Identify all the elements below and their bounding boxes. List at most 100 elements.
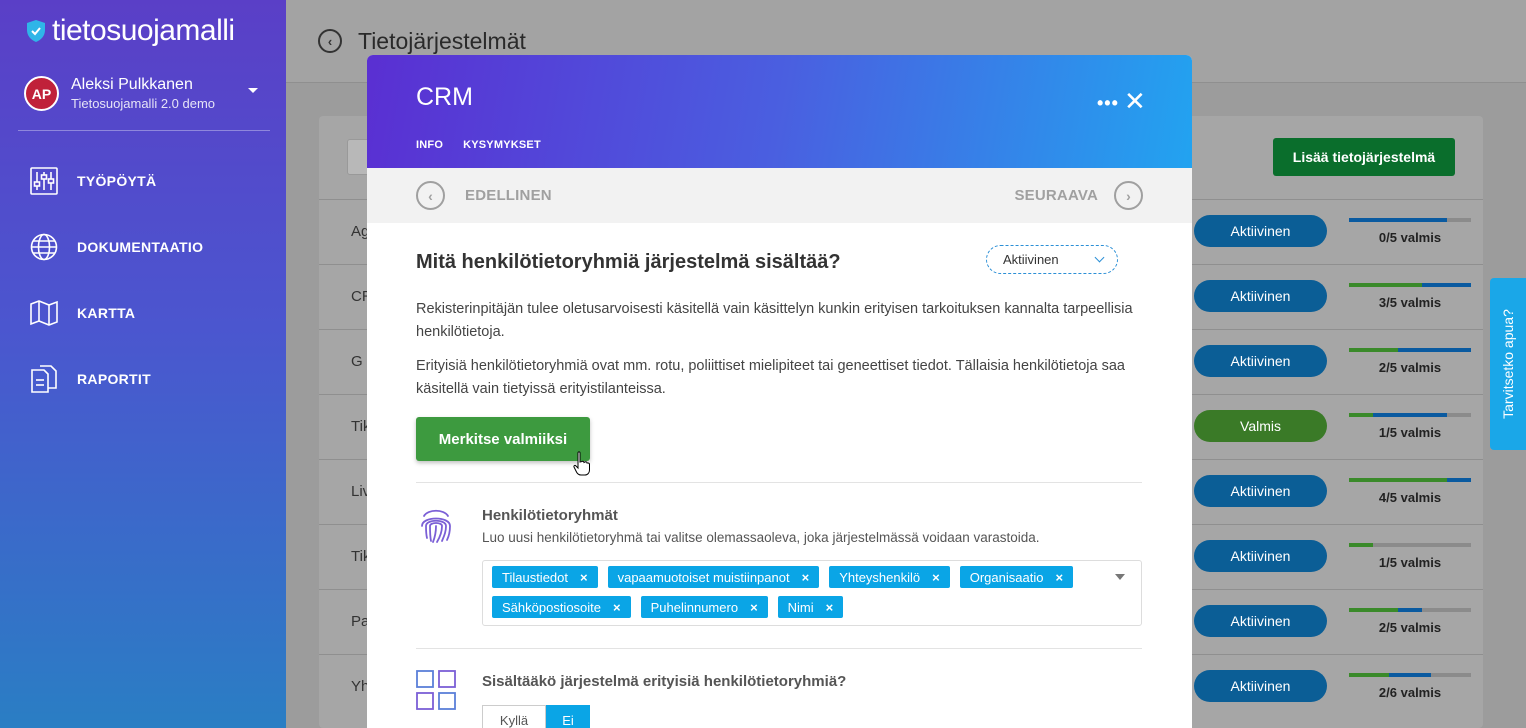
user-menu[interactable]: AP Aleksi Pulkkanen Tietosuojamalli 2.0 … bbox=[24, 76, 266, 111]
progress-bar bbox=[1349, 348, 1471, 352]
remove-tag-icon[interactable]: × bbox=[932, 570, 940, 585]
close-icon[interactable]: ✕ bbox=[1124, 88, 1146, 114]
no-option[interactable]: Ei bbox=[546, 705, 590, 728]
progress-text: 2/6 valmis bbox=[1378, 685, 1442, 700]
remove-tag-icon[interactable]: × bbox=[802, 570, 810, 585]
help-label: Tarvitsetko apua? bbox=[1500, 309, 1517, 419]
remove-tag-icon[interactable]: × bbox=[613, 600, 621, 615]
status-select-value: Aktiivinen bbox=[1003, 252, 1059, 267]
status-badge: Valmis bbox=[1194, 410, 1327, 442]
sidebar-item-tyopoyta[interactable]: TYÖPÖYTÄ bbox=[0, 148, 286, 214]
tag-chip[interactable]: Nimi × bbox=[777, 596, 844, 618]
section-title-special-data: Sisältääkö järjestelmä erityisiä henkilö… bbox=[482, 673, 847, 690]
help-tab[interactable]: Tarvitsetko apua? bbox=[1490, 278, 1526, 450]
next-button[interactable]: SEURAAVA › bbox=[1014, 181, 1143, 210]
documents-icon bbox=[31, 365, 57, 393]
progress-bar bbox=[1349, 608, 1471, 612]
next-label: SEURAAVA bbox=[1014, 187, 1098, 204]
tag-label: Nimi bbox=[787, 599, 814, 615]
sidebar-item-raportit[interactable]: RAPORTIT bbox=[0, 346, 286, 412]
tag-label: Organisaatio bbox=[969, 569, 1044, 585]
remove-tag-icon[interactable]: × bbox=[826, 600, 834, 615]
mark-done-button[interactable]: Merkitse valmiiksi bbox=[416, 417, 590, 461]
step-navigation: ‹ EDELLINEN SEURAAVA › bbox=[367, 168, 1192, 223]
status-badge: Aktiivinen bbox=[1194, 475, 1327, 507]
user-name: Aleksi Pulkkanen bbox=[71, 76, 193, 93]
status-badge: Aktiivinen bbox=[1194, 670, 1327, 702]
remove-tag-icon[interactable]: × bbox=[1055, 570, 1063, 585]
sidebar-item-label: KARTTA bbox=[77, 305, 136, 321]
chevron-down-icon bbox=[1094, 252, 1105, 263]
progress-text: 1/5 valmis bbox=[1378, 555, 1442, 570]
hand-cursor-icon bbox=[573, 451, 590, 476]
tag-chip[interactable]: Sähköpostiosoite × bbox=[492, 596, 631, 618]
divider bbox=[18, 130, 270, 131]
status-select[interactable]: Aktiivinen bbox=[986, 245, 1118, 274]
progress-fill-green bbox=[1349, 348, 1398, 352]
progress-bar bbox=[1349, 283, 1471, 287]
progress-fill-green bbox=[1349, 543, 1373, 547]
progress-text: 2/5 valmis bbox=[1378, 360, 1442, 375]
progress-fill-green bbox=[1349, 478, 1447, 482]
progress-text: 2/5 valmis bbox=[1378, 620, 1442, 635]
previous-label: EDELLINEN bbox=[465, 187, 552, 204]
row-name: G bbox=[351, 353, 363, 370]
modal-tabs: INFO KYSYMYKSET bbox=[416, 139, 541, 151]
remove-tag-icon[interactable]: × bbox=[580, 570, 588, 585]
progress-bar bbox=[1349, 543, 1471, 547]
sidebar-item-kartta[interactable]: KARTTA bbox=[0, 280, 286, 346]
progress-text: 1/5 valmis bbox=[1378, 425, 1442, 440]
tag-chip[interactable]: vapaamuotoiset muistiinpanot × bbox=[607, 566, 820, 588]
sidebar: tietosuojamalli AP Aleksi Pulkkanen Tiet… bbox=[0, 0, 286, 728]
user-org: Tietosuojamalli 2.0 demo bbox=[71, 96, 216, 111]
status-badge: Aktiivinen bbox=[1194, 345, 1327, 377]
dropdown-arrow-icon[interactable] bbox=[1115, 574, 1125, 580]
progress-bar bbox=[1349, 413, 1471, 417]
tab-info[interactable]: INFO bbox=[416, 139, 443, 151]
progress-text: 4/5 valmis bbox=[1378, 490, 1442, 505]
status-badge: Aktiivinen bbox=[1194, 540, 1327, 572]
tag-select[interactable]: Tilaustiedot × vapaamuotoiset muistiinpano… bbox=[482, 560, 1142, 626]
section-title-personal-data: Henkilötietoryhmät bbox=[482, 507, 618, 524]
sliders-icon bbox=[30, 167, 58, 195]
globe-icon bbox=[30, 233, 58, 261]
logo[interactable]: tietosuojamalli bbox=[26, 14, 235, 48]
tag-label: Sähköpostiosoite bbox=[502, 599, 602, 615]
sidebar-nav: TYÖPÖYTÄ DOKUMENTAATIO KARTTA RAPORTIT bbox=[0, 148, 286, 412]
more-options-icon[interactable]: ••• bbox=[1097, 93, 1119, 114]
sidebar-item-dokumentaatio[interactable]: DOKUMENTAATIO bbox=[0, 214, 286, 280]
modal-title: CRM bbox=[416, 83, 473, 111]
logo-text: tietosuojamalli bbox=[52, 14, 235, 47]
chevron-left-icon: ‹ bbox=[416, 181, 445, 210]
progress-bar bbox=[1349, 478, 1471, 482]
modal-header: CRM ••• ✕ INFO KYSYMYKSET bbox=[367, 55, 1192, 168]
remove-tag-icon[interactable]: × bbox=[750, 600, 758, 615]
status-badge: Aktiivinen bbox=[1194, 605, 1327, 637]
yes-option[interactable]: Kyllä bbox=[482, 705, 546, 728]
section-description: Luo uusi henkilötietoryhmä tai valitse o… bbox=[482, 530, 1040, 545]
sidebar-item-label: TYÖPÖYTÄ bbox=[77, 173, 157, 189]
progress-bar bbox=[1349, 673, 1471, 677]
status-badge: Aktiivinen bbox=[1194, 215, 1327, 247]
avatar: AP bbox=[24, 76, 59, 111]
tag-chip[interactable]: Tilaustiedot × bbox=[492, 566, 598, 588]
progress-fill-green bbox=[1349, 413, 1373, 417]
system-modal: CRM ••• ✕ INFO KYSYMYKSET ‹ EDELLINEN SE… bbox=[367, 55, 1192, 728]
shield-icon bbox=[27, 20, 45, 42]
divider bbox=[416, 482, 1142, 483]
progress-text: 3/5 valmis bbox=[1378, 295, 1442, 310]
progress-bar bbox=[1349, 218, 1471, 222]
tag-chip[interactable]: Yhteyshenkilö × bbox=[829, 566, 950, 588]
tag-label: vapaamuotoiset muistiinpanot bbox=[617, 569, 790, 585]
back-arrow-icon[interactable]: ‹ bbox=[318, 29, 342, 53]
tag-chip[interactable]: Puhelinnumero × bbox=[640, 596, 768, 618]
caret-down-icon[interactable] bbox=[248, 88, 258, 93]
map-icon bbox=[30, 300, 58, 326]
tab-kysymykset[interactable]: KYSYMYKSET bbox=[463, 139, 541, 151]
tag-label: Yhteyshenkilö bbox=[839, 569, 921, 585]
tag-chip[interactable]: Organisaatio × bbox=[959, 566, 1074, 588]
previous-button[interactable]: ‹ EDELLINEN bbox=[416, 181, 552, 210]
progress-text: 0/5 valmis bbox=[1378, 230, 1442, 245]
tag-label: Puhelinnumero bbox=[650, 599, 739, 615]
add-system-button[interactable]: Lisää tietojärjestelmä bbox=[1273, 138, 1455, 176]
